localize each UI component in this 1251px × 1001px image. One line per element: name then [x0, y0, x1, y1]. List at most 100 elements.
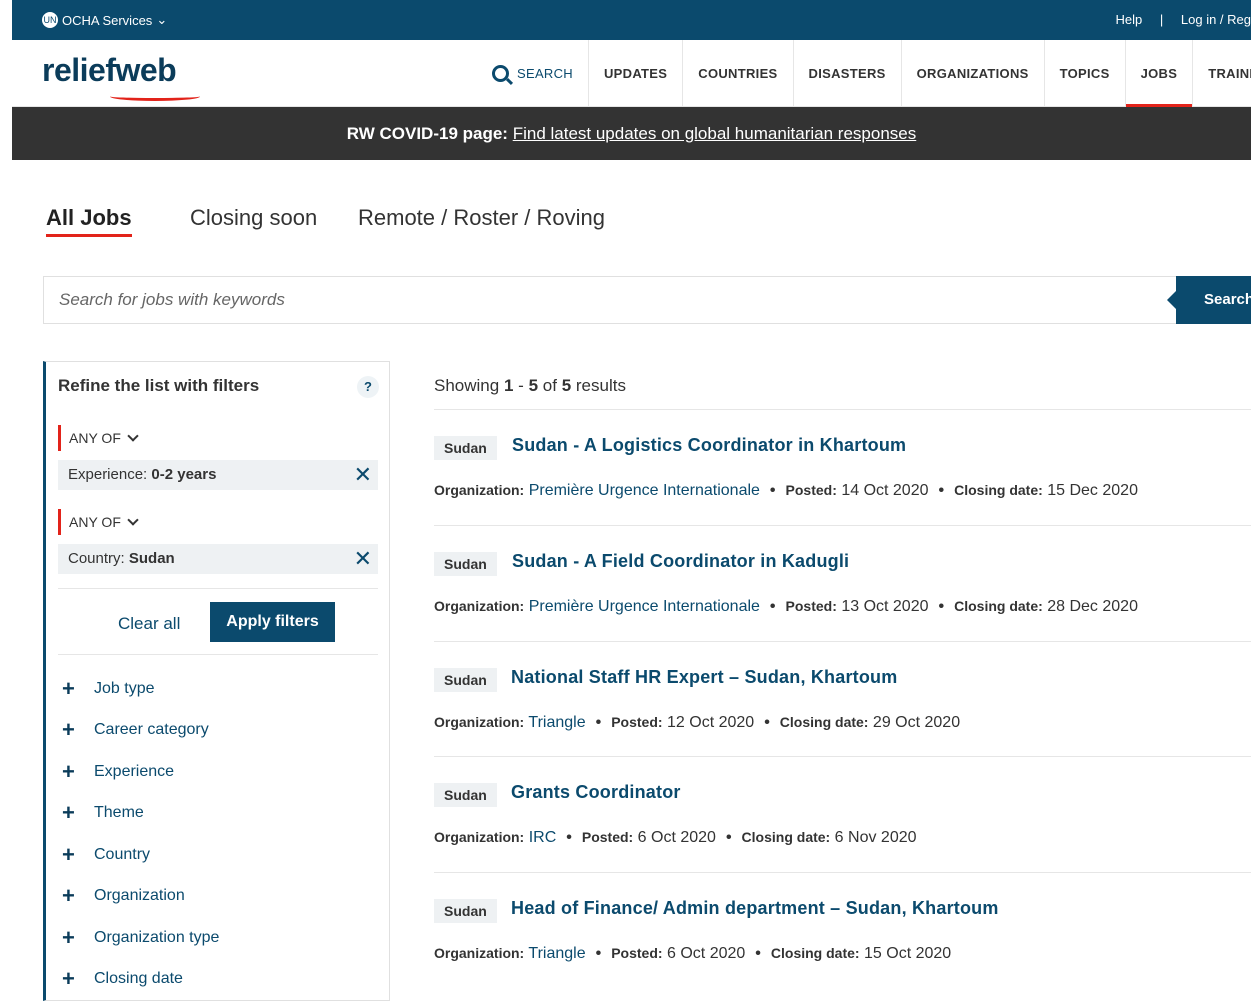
- job-title-link[interactable]: Sudan - A Logistics Coordinator in Khart…: [512, 435, 906, 456]
- nav-search[interactable]: SEARCH: [477, 40, 588, 106]
- banner-link[interactable]: Find latest updates on global humanitari…: [513, 124, 917, 143]
- user-links: Help | Log in / Reg: [1116, 12, 1251, 27]
- operator-label: ANY OF: [69, 514, 121, 530]
- nav-updates[interactable]: UPDATES: [588, 40, 682, 106]
- org-link[interactable]: IRC: [529, 829, 557, 846]
- facet-label: Closing date: [94, 970, 183, 988]
- bullet: •: [596, 945, 602, 962]
- nav-organizations[interactable]: ORGANIZATIONS: [901, 40, 1044, 106]
- posted-date: 12 Oct 2020: [667, 714, 754, 731]
- close-icon[interactable]: ✕: [354, 544, 372, 574]
- logo-swoosh: [110, 92, 200, 101]
- close-icon[interactable]: ✕: [354, 460, 372, 490]
- posted-date: 13 Oct 2020: [841, 598, 928, 615]
- summary-suffix: results: [576, 376, 626, 395]
- summary-from: 1: [504, 376, 513, 395]
- plus-icon: +: [62, 720, 82, 740]
- facet-country[interactable]: +Country: [62, 845, 150, 865]
- chevron-down-icon: [127, 430, 138, 441]
- search-input[interactable]: [43, 276, 1183, 324]
- org-label: Organization:: [434, 829, 524, 845]
- plus-icon: +: [62, 679, 82, 699]
- separator: |: [1160, 12, 1163, 27]
- operator-select[interactable]: ANY OF: [58, 425, 137, 451]
- summary-dash: -: [518, 376, 524, 395]
- operator-select[interactable]: ANY OF: [58, 509, 137, 535]
- apply-filters-button[interactable]: Apply filters: [210, 602, 335, 642]
- tab-remote-roster-roving[interactable]: Remote / Roster / Roving: [358, 205, 605, 231]
- search-button[interactable]: Search: [1176, 276, 1251, 324]
- closing-date: 29 Oct 2020: [873, 714, 960, 731]
- clear-all-button[interactable]: Clear all: [118, 614, 180, 634]
- posted-label: Posted:: [582, 829, 633, 845]
- org-link[interactable]: Triangle: [528, 945, 585, 962]
- bullet: •: [770, 598, 776, 615]
- facet-theme[interactable]: + Theme: [62, 803, 144, 823]
- facet-organization[interactable]: +Organization: [62, 886, 185, 906]
- country-tag[interactable]: Sudan: [434, 668, 497, 692]
- nav-disasters[interactable]: DISASTERS: [793, 40, 901, 106]
- chip-value: Sudan: [129, 550, 175, 567]
- posted-label: Posted:: [786, 598, 837, 614]
- reliefweb-logo[interactable]: reliefweb: [42, 52, 176, 89]
- tab-closing-soon[interactable]: Closing soon: [190, 205, 317, 231]
- help-icon[interactable]: ?: [357, 376, 379, 398]
- facet-career-category[interactable]: + Career category: [62, 720, 209, 740]
- facet-job-type[interactable]: + Job type: [62, 679, 154, 699]
- nav-countries[interactable]: COUNTRIES: [682, 40, 792, 106]
- posted-date: 14 Oct 2020: [841, 482, 928, 499]
- help-link[interactable]: Help: [1116, 12, 1143, 27]
- site-header: reliefweb SEARCH UPDATES COUNTRIES DISAS…: [12, 40, 1251, 107]
- filter-chip-experience: Experience: 0-2 years ✕: [58, 460, 378, 490]
- main-nav: SEARCH UPDATES COUNTRIES DISASTERS ORGAN…: [477, 40, 1251, 106]
- facet-experience[interactable]: +Experience: [62, 762, 174, 782]
- org-label: Organization:: [434, 482, 524, 498]
- facet-closing-date[interactable]: + Closing date: [62, 969, 183, 989]
- facet-label: Career category: [94, 721, 209, 739]
- bullet: •: [566, 829, 572, 846]
- nav-topics[interactable]: TOPICS: [1044, 40, 1125, 106]
- job-title-link[interactable]: Head of Finance/ Admin department – Suda…: [511, 898, 999, 919]
- bullet: •: [755, 945, 761, 962]
- facet-label: Job type: [94, 680, 154, 698]
- nav-jobs[interactable]: JOBS: [1125, 40, 1193, 106]
- job-title-link[interactable]: National Staff HR Expert – Sudan, Kharto…: [511, 667, 897, 688]
- divider: [58, 654, 378, 655]
- facet-label: Theme: [94, 804, 144, 822]
- org-link[interactable]: Triangle: [528, 714, 585, 731]
- ocha-topbar: UN OCHA Services ⌄ Help | Log in / Reg: [12, 0, 1251, 40]
- ocha-services-label: OCHA Services: [62, 13, 152, 28]
- facet-label: Experience: [94, 763, 174, 781]
- org-link[interactable]: Première Urgence Internationale: [529, 598, 760, 615]
- chevron-down-icon: ⌄: [156, 12, 167, 28]
- facet-organization-type[interactable]: +Organization type: [62, 928, 219, 948]
- job-title-link[interactable]: Grants Coordinator: [511, 782, 681, 803]
- divider: [58, 588, 378, 589]
- plus-icon: +: [62, 803, 82, 823]
- nav-training[interactable]: TRAINI: [1192, 40, 1251, 106]
- org-label: Organization:: [434, 598, 524, 614]
- filter-chip-country: Country: Sudan ✕: [58, 544, 378, 574]
- country-tag[interactable]: Sudan: [434, 436, 497, 460]
- job-title-link[interactable]: Sudan - A Field Coordinator in Kadugli: [512, 551, 849, 572]
- plus-icon: +: [62, 969, 82, 989]
- posted-label: Posted:: [786, 482, 837, 498]
- chip-value: 0-2 years: [151, 466, 216, 483]
- bullet: •: [939, 482, 945, 499]
- country-tag[interactable]: Sudan: [434, 552, 497, 576]
- un-emblem-icon: UN: [42, 12, 58, 28]
- filters-sidebar: Refine the list with filters ? ANY OF Ex…: [43, 361, 390, 1001]
- job-list-item: Sudan Head of Finance/ Admin department …: [434, 872, 1251, 873]
- closing-label: Closing date:: [780, 714, 869, 730]
- closing-date: 6 Nov 2020: [835, 829, 917, 846]
- tab-all-jobs[interactable]: All Jobs: [46, 205, 132, 231]
- ocha-services-menu[interactable]: UN OCHA Services ⌄: [42, 12, 167, 28]
- org-link[interactable]: Première Urgence Internationale: [529, 482, 760, 499]
- country-tag[interactable]: Sudan: [434, 783, 497, 807]
- country-tag[interactable]: Sudan: [434, 899, 497, 923]
- facet-label: Organization type: [94, 929, 219, 947]
- operator-label: ANY OF: [69, 430, 121, 446]
- login-link[interactable]: Log in / Reg: [1181, 12, 1251, 27]
- closing-label: Closing date:: [954, 598, 1043, 614]
- search-icon: [492, 65, 509, 82]
